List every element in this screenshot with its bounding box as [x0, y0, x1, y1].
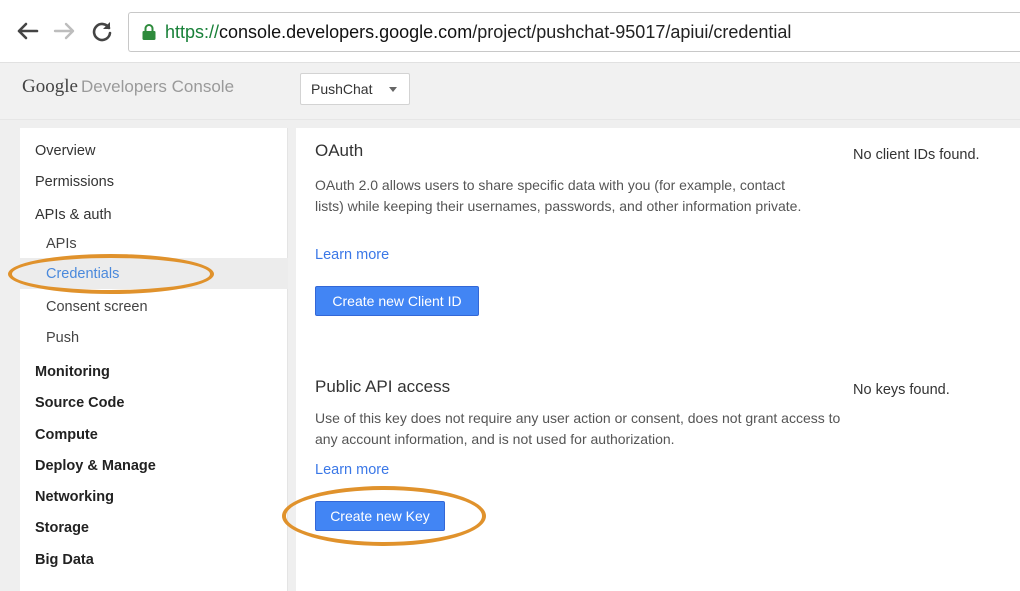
- sidebar-item-networking[interactable]: Networking: [20, 481, 288, 512]
- brand-product: Developers Console: [80, 77, 235, 96]
- oauth-learn-more-link[interactable]: Learn more: [315, 247, 389, 263]
- console-logo[interactable]: Google Developers Console: [22, 76, 234, 98]
- oauth-title: OAuth: [315, 141, 364, 160]
- public-api-learn-more-link[interactable]: Learn more: [315, 462, 389, 478]
- lock-icon: [141, 23, 157, 46]
- oauth-status: No client IDs found.: [853, 147, 980, 163]
- brand-google: Google: [22, 76, 78, 97]
- create-client-id-button[interactable]: Create new Client ID: [315, 286, 479, 316]
- reload-icon[interactable]: [88, 16, 116, 46]
- sidebar-item-consent-screen[interactable]: Consent screen: [20, 291, 288, 322]
- forward-arrow-icon[interactable]: [50, 16, 78, 46]
- address-bar[interactable]: https://console.developers.google.com/pr…: [128, 12, 1020, 52]
- sidebar-item-overview[interactable]: Overview: [20, 135, 288, 166]
- sidebar-item-compute[interactable]: Compute: [20, 419, 288, 450]
- chevron-down-icon: [389, 87, 397, 92]
- sidebar-item-credentials[interactable]: Credentials: [20, 258, 288, 289]
- public-api-status: No keys found.: [853, 382, 950, 398]
- public-api-description: Use of this key does not require any use…: [315, 410, 841, 447]
- project-selector[interactable]: PushChat: [300, 73, 410, 105]
- sidebar-item-source-code[interactable]: Source Code: [20, 387, 288, 418]
- sidebar-item-apis-auth[interactable]: APIs & auth: [20, 199, 288, 230]
- sidebar-item-storage[interactable]: Storage: [20, 512, 288, 543]
- sidebar-item-deploy-manage[interactable]: Deploy & Manage: [20, 450, 288, 481]
- sidebar-item-push[interactable]: Push: [20, 322, 288, 353]
- browser-toolbar: https://console.developers.google.com/pr…: [0, 0, 1020, 62]
- oauth-description: OAuth 2.0 allows users to share specific…: [315, 177, 802, 214]
- sidebar-item-apis[interactable]: APIs: [20, 228, 288, 259]
- url-text: https://console.developers.google.com/pr…: [165, 22, 792, 42]
- sidebar-item-permissions[interactable]: Permissions: [20, 166, 288, 197]
- create-new-key-button[interactable]: Create new Key: [315, 501, 445, 531]
- project-selector-value: PushChat: [311, 81, 373, 97]
- back-arrow-icon[interactable]: [14, 16, 42, 46]
- credentials-panel: OAuth OAuth 2.0 allows users to share sp…: [296, 128, 1020, 591]
- sidebar-item-monitoring[interactable]: Monitoring: [20, 356, 288, 387]
- sidebar-nav: Overview Permissions APIs & auth APIs Cr…: [20, 128, 288, 591]
- console-header: Google Developers Console PushChat: [0, 62, 1020, 120]
- sidebar-item-big-data[interactable]: Big Data: [20, 544, 288, 575]
- public-api-title: Public API access: [315, 377, 451, 396]
